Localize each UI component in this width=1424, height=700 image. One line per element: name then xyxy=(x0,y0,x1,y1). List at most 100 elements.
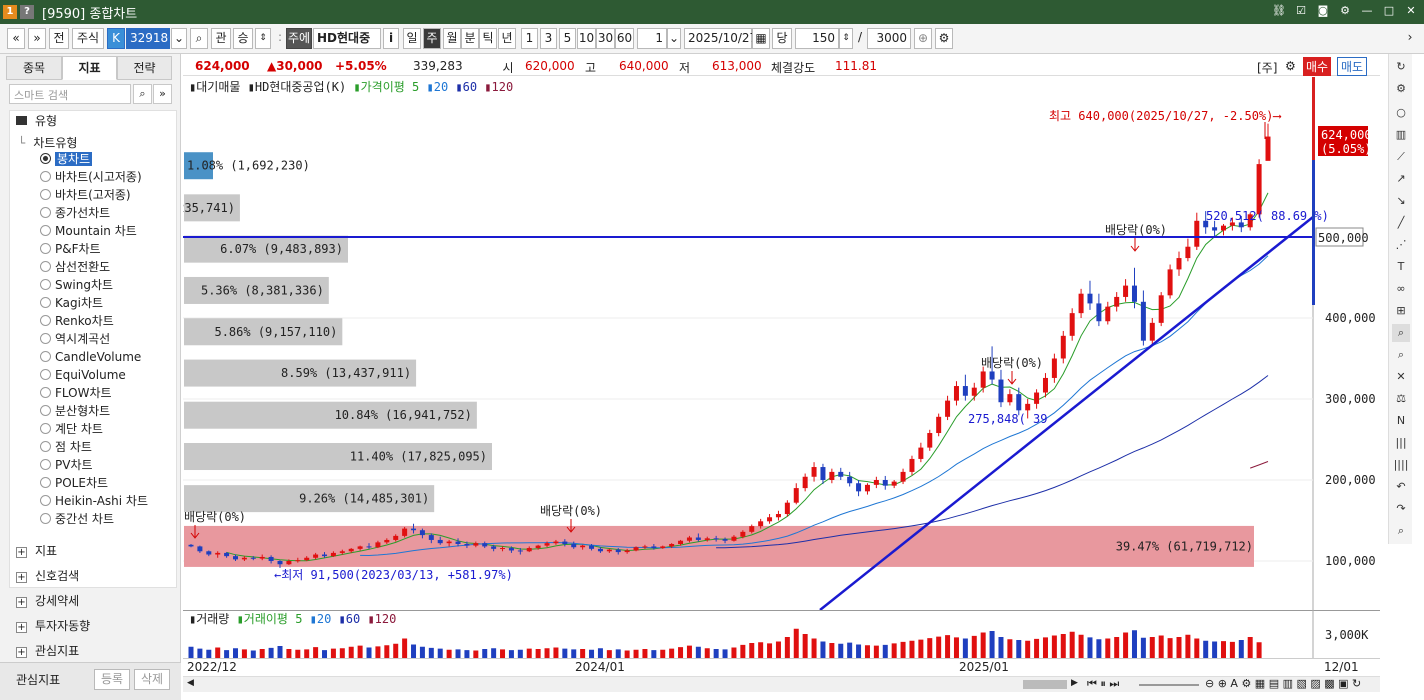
text-tool-icon[interactable]: T xyxy=(1392,258,1410,276)
tree-root[interactable]: └ 차트유형 xyxy=(18,134,77,151)
stock-name-field[interactable]: HD현대중공 xyxy=(313,28,381,49)
buy-button[interactable]: 매수 xyxy=(1303,57,1332,76)
period-day[interactable]: 일 xyxy=(403,28,421,49)
chart-icon[interactable]: ▥ xyxy=(1392,126,1410,144)
interval-30[interactable]: 30 xyxy=(596,28,615,49)
view-count-input[interactable]: 150 xyxy=(795,28,839,49)
ray-tool-icon[interactable]: ↗ xyxy=(1392,170,1410,188)
period-year[interactable]: 년 xyxy=(498,28,516,49)
volume-chart[interactable]: ▮거래량 ▮거래이평 5 ▮20 ▮60 ▮120 3,000K xyxy=(183,610,1380,658)
register-button[interactable]: 등록 xyxy=(94,669,130,690)
interval-60[interactable]: 60 xyxy=(615,28,634,49)
zoom-plus-icon[interactable]: ⊕ xyxy=(914,28,932,49)
play-controls-icon[interactable]: ⏮ ⏸ ⏭ xyxy=(1087,677,1119,691)
chart-type-item[interactable]: POLE차트 xyxy=(40,475,108,491)
max-count-input[interactable]: 3000 xyxy=(867,28,911,49)
chart-type-item[interactable]: Mountain 차트 xyxy=(40,223,137,239)
gear-icon[interactable]: ⚙ xyxy=(1392,80,1410,98)
chart-type-item[interactable]: 역시계곡선 xyxy=(40,331,110,347)
chart-type-item[interactable]: 분산형차트 xyxy=(40,403,110,419)
minimize-icon[interactable]: — xyxy=(1360,4,1374,18)
toolbar-scroll-right-icon[interactable]: › xyxy=(1403,28,1417,49)
circle-tool-icon[interactable]: ○ xyxy=(1392,104,1410,122)
delete-button[interactable]: 삭제 xyxy=(134,669,170,690)
code-dropdown-icon[interactable]: ⌄ xyxy=(171,28,187,49)
interval-10[interactable]: 10 xyxy=(577,28,596,49)
type-section-header[interactable]: 유형 xyxy=(16,112,57,129)
check-icon[interactable]: ☑ xyxy=(1294,4,1308,18)
segment-tool-icon[interactable]: ↘ xyxy=(1392,192,1410,210)
price-chart[interactable]: 100,000 200,000 300,000 400,000 1.08% (1,692… xyxy=(112,77,1380,611)
chart-type-item[interactable]: 점 차트 xyxy=(40,439,92,455)
interval-3[interactable]: 3 xyxy=(540,28,557,49)
help-badge[interactable]: ? xyxy=(20,5,34,19)
chart-type-item[interactable]: CandleVolume xyxy=(40,349,141,365)
auto-trend-icon[interactable]: ⋰ xyxy=(1392,236,1410,254)
tab-indicator[interactable]: 지표 xyxy=(62,56,117,80)
tab-strategy[interactable]: 전략 xyxy=(117,56,172,80)
maximize-icon[interactable]: □ xyxy=(1382,4,1396,18)
rise-button[interactable]: 승 xyxy=(233,28,253,49)
interval-1[interactable]: 1 xyxy=(521,28,538,49)
interest-button[interactable]: 관 xyxy=(211,28,231,49)
zoom-slider[interactable] xyxy=(1139,684,1199,686)
period-minute[interactable]: 분 xyxy=(461,28,479,49)
magnify-icon[interactable]: ⌕ xyxy=(1392,346,1410,364)
cross-tool-icon[interactable]: ⊞ xyxy=(1392,302,1410,320)
view-count-spinner-icon[interactable]: ⇕ xyxy=(839,28,853,49)
chart-type-item[interactable]: Heikin-Ashi 차트 xyxy=(40,493,148,509)
grid-icon[interactable]: |||| xyxy=(1392,456,1410,474)
line-tool-icon[interactable]: ⟋ xyxy=(1392,148,1410,166)
prev-stock-button[interactable]: « xyxy=(7,28,25,49)
refresh-icon[interactable]: ↻ xyxy=(1392,58,1410,76)
chart-type-item[interactable]: 바차트(시고저종) xyxy=(40,169,142,185)
search-tool-icon[interactable]: ⌕ xyxy=(1392,522,1410,540)
chart-scrollbar[interactable]: ◀ ▶ ⏮ ⏸ ⏭ ⊖ ⊕ A ⚙ ▦ ▤ ▥ ▧ ▨ ▩ ▣ ↻ xyxy=(183,676,1380,692)
group-signal[interactable]: + 신호검색 xyxy=(16,567,79,584)
period-week[interactable]: 주 xyxy=(423,28,441,49)
chart-type-item[interactable]: EquiVolume xyxy=(40,367,126,383)
count-select[interactable]: 1 xyxy=(637,28,667,49)
stock-code-input[interactable]: 329180 xyxy=(126,28,170,49)
chart-type-item[interactable]: FLOW차트 xyxy=(40,385,112,401)
zoom-tool-icon[interactable]: ⌕ xyxy=(1392,324,1410,342)
chart-type-item[interactable]: 종가선차트 xyxy=(40,205,110,221)
chart-type-item[interactable]: P&F차트 xyxy=(40,241,101,257)
spinner-icon[interactable]: ⇕ xyxy=(255,28,271,49)
period-month[interactable]: 월 xyxy=(443,28,461,49)
calendar-icon[interactable]: ▦ xyxy=(752,28,770,49)
chart-type-item[interactable]: Kagi차트 xyxy=(40,295,103,311)
chart-type-item[interactable]: 봉차트 xyxy=(40,151,93,167)
scale-icon[interactable]: ⚖ xyxy=(1392,390,1410,408)
group-investor[interactable]: + 투자자동향 xyxy=(16,617,90,634)
group-strength[interactable]: + 강세약세 xyxy=(16,592,79,609)
chart-type-item[interactable]: Swing차트 xyxy=(40,277,113,293)
pricebar-gear-icon[interactable]: ⚙ xyxy=(1285,59,1296,73)
expand-icon[interactable]: » xyxy=(153,84,172,104)
close-icon[interactable]: ✕ xyxy=(1404,4,1418,18)
scroll-left-icon[interactable]: ◀ xyxy=(187,678,194,688)
count-dropdown-icon[interactable]: ⌄ xyxy=(667,28,681,49)
k-badge[interactable]: K xyxy=(107,28,125,49)
link-tool-icon[interactable]: ∞ xyxy=(1392,280,1410,298)
zigzag-icon[interactable]: Ν xyxy=(1392,412,1410,430)
sell-button[interactable]: 매도 xyxy=(1337,57,1368,76)
interval-5[interactable]: 5 xyxy=(559,28,576,49)
search-icon[interactable]: ⌕ xyxy=(133,84,152,104)
period-tick[interactable]: 틱 xyxy=(479,28,497,49)
search-icon[interactable]: ⌕ xyxy=(190,28,208,49)
erase-icon[interactable]: ✕ xyxy=(1392,368,1410,386)
undo-icon[interactable]: ↶ xyxy=(1392,478,1410,496)
link-icon[interactable]: ⛓ xyxy=(1272,4,1286,18)
chart-type-item[interactable]: 바차트(고저종) xyxy=(40,187,131,203)
chart-type-item[interactable]: 삼선전환도 xyxy=(40,259,110,275)
bars-icon[interactable]: ||| xyxy=(1392,434,1410,452)
chart-type-item[interactable]: 계단 차트 xyxy=(40,421,103,437)
info-button[interactable]: i xyxy=(383,28,399,49)
scroll-right-icon[interactable]: ▶ xyxy=(1071,678,1078,688)
chart-type-item[interactable]: Renko차트 xyxy=(40,313,114,329)
date-input[interactable]: 2025/10/27 xyxy=(684,28,757,49)
settings-gear-icon[interactable]: ⚙ xyxy=(935,28,953,49)
all-button[interactable]: 전 xyxy=(49,28,69,49)
gear-icon[interactable]: ⚙ xyxy=(1338,4,1352,18)
